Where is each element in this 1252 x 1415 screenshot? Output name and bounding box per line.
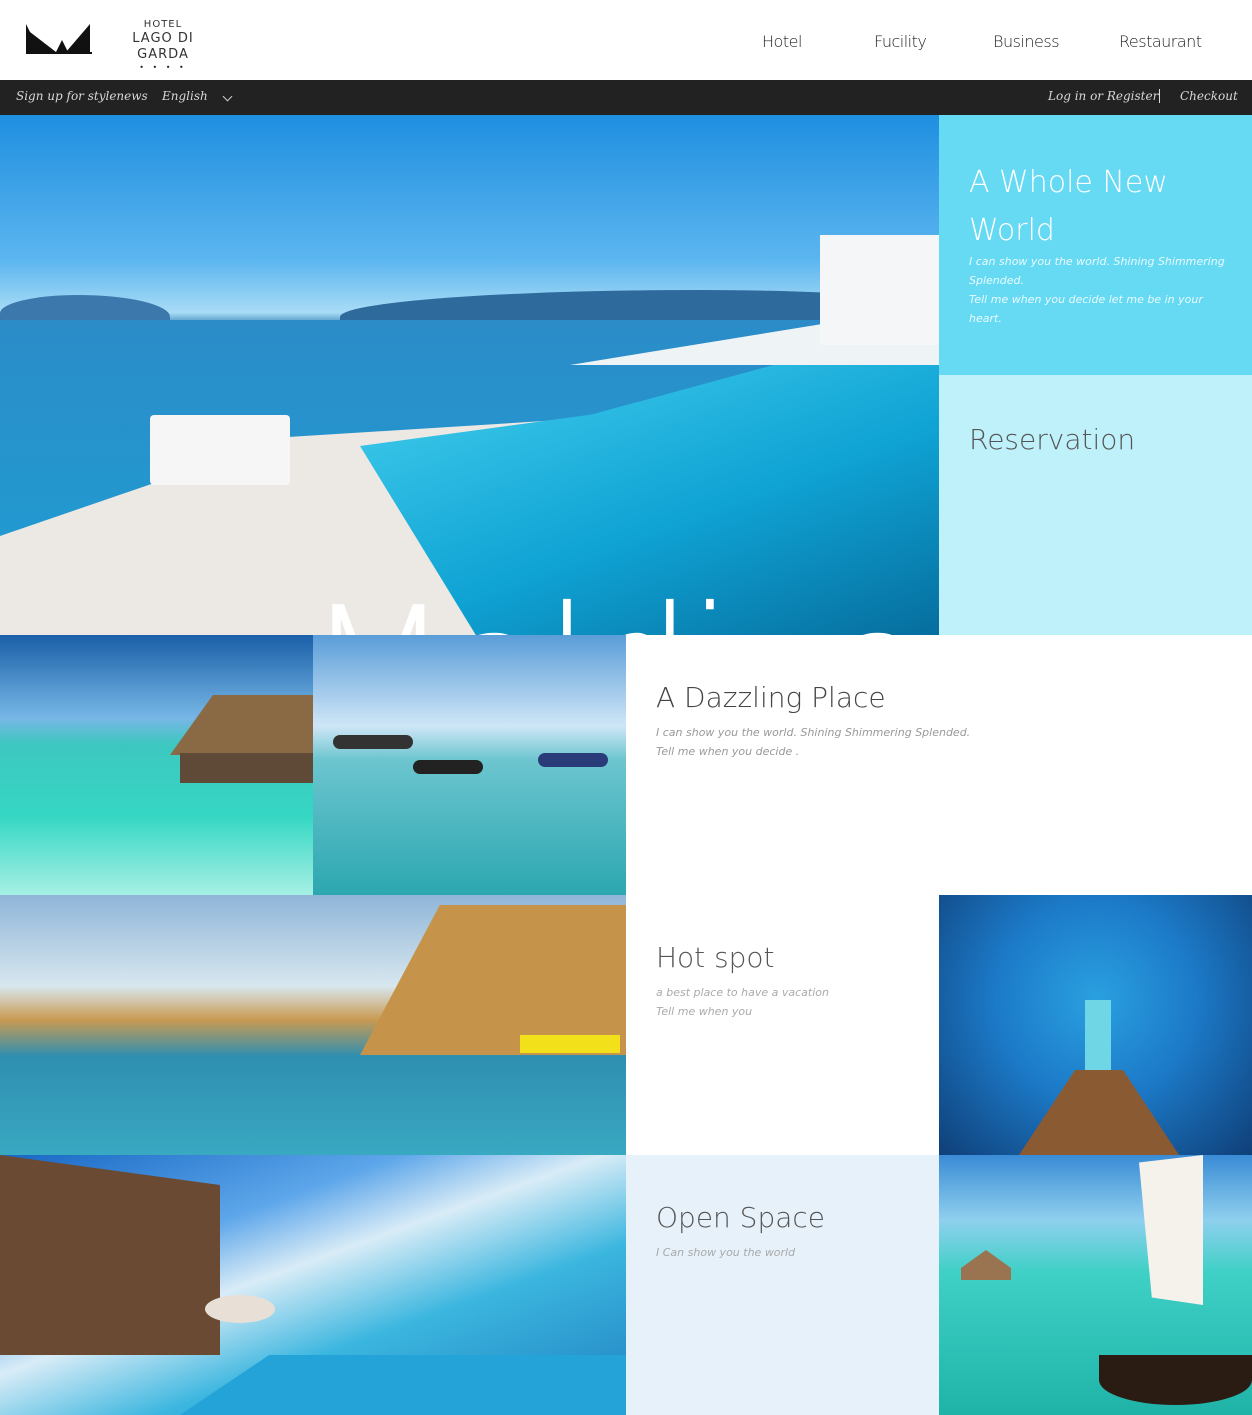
photo-underwater-restaurant: [939, 895, 1252, 1155]
reservation-title[interactable]: Reservation: [969, 423, 1135, 456]
white-buildings: [820, 235, 939, 345]
panel-whole-new-world: A Whole New World I can show you the wor…: [939, 115, 1252, 375]
panel-desc-line1: I can show you the world. Shining Shimme…: [969, 255, 1225, 268]
infinity-pool: [180, 1355, 626, 1415]
swimmer-3: [538, 753, 608, 767]
terrace-tables: [150, 415, 290, 485]
hero-title: Maldives: [305, 585, 939, 635]
utility-bar: Sign up for stylenews English Log in or …: [0, 80, 1252, 115]
photo-swimmers: [313, 635, 626, 895]
swimmer-2: [413, 760, 483, 774]
language-select[interactable]: English: [162, 89, 208, 103]
dazzling-desc: I can show you the world. Shining Shimme…: [656, 723, 970, 761]
panel-hot-spot: Hot spot a best place to have a vacation…: [626, 895, 939, 1155]
divider: [1159, 89, 1160, 103]
panel-desc-line2: Splended.: [969, 274, 1024, 287]
photo-sailboat: [939, 1155, 1252, 1415]
logo-name: LAGO DI GARDA: [132, 31, 194, 62]
logo-stars: • • • •: [139, 63, 187, 72]
boat-sail: [1139, 1155, 1203, 1305]
panel-title: A Whole New World: [969, 159, 1168, 255]
nav-facility[interactable]: Fucility: [874, 32, 927, 51]
swimmer-1: [333, 735, 413, 749]
villa-building: [360, 905, 626, 1055]
dazzling-title: A Dazzling Place: [656, 681, 886, 714]
panel-title-line1: A Whole New: [969, 165, 1168, 200]
logo-mark-icon: [26, 24, 92, 54]
chevron-down-icon[interactable]: [222, 91, 233, 102]
photo-lagoon-bungalows: [0, 635, 313, 895]
hotspot-desc-line2: Tell me when you: [656, 1005, 753, 1018]
openspace-desc: I Can show you the world: [656, 1246, 796, 1259]
signup-link[interactable]: Sign up for stylenews: [16, 89, 148, 103]
hotel-logo[interactable]: HOTEL LAGO DI GARDA • • • •: [26, 18, 226, 72]
login-register-link[interactable]: Log in or Register: [1048, 89, 1158, 103]
photo-water-villas: [0, 895, 626, 1155]
nav-hotel[interactable]: Hotel: [762, 32, 802, 51]
hotspot-desc: a best place to have a vacation Tell me …: [656, 983, 829, 1021]
panel-reservation[interactable]: Reservation: [939, 375, 1252, 635]
site-header: HOTEL LAGO DI GARDA • • • • Hotel Fucili…: [0, 0, 1252, 80]
photo-deck-jacuzzi: [0, 1155, 626, 1415]
hotspot-title: Hot spot: [656, 941, 775, 974]
nav-restaurant[interactable]: Restaurant: [1119, 32, 1202, 51]
wooden-floor: [1019, 1070, 1179, 1155]
dazzling-desc-line1: I can show you the world. Shining Shimme…: [656, 726, 971, 739]
dazzling-desc-line2: Tell me when you decide .: [656, 745, 800, 758]
boat-hull: [1099, 1355, 1252, 1405]
bungalow-base: [180, 753, 313, 783]
hero-image: Maldives: [0, 115, 939, 635]
logo-text: HOTEL LAGO DI GARDA • • • •: [108, 18, 218, 73]
hotspot-desc-line1: a best place to have a vacation: [656, 986, 829, 999]
openspace-title: Open Space: [656, 1201, 826, 1234]
bungalow-roofs: [170, 695, 313, 755]
panel-desc-line3: Tell me when you decide let me be in you…: [969, 293, 1203, 325]
jacuzzi: [205, 1295, 275, 1323]
logo-hotel: HOTEL: [143, 19, 183, 30]
checkout-link[interactable]: Checkout: [1180, 89, 1238, 103]
panel-desc: I can show you the world. Shining Shimme…: [969, 252, 1239, 328]
yellow-loungers: [520, 1035, 620, 1053]
panel-dazzling-place: A Dazzling Place I can show you the worl…: [626, 635, 1252, 895]
nav-business[interactable]: Business: [993, 32, 1060, 51]
thatched-villa: [0, 1155, 220, 1355]
aquarium-window: [1085, 1000, 1111, 1070]
hut: [961, 1250, 1011, 1280]
panel-title-line2: World: [969, 213, 1055, 248]
panel-open-space: Open Space I Can show you the world: [626, 1155, 939, 1415]
